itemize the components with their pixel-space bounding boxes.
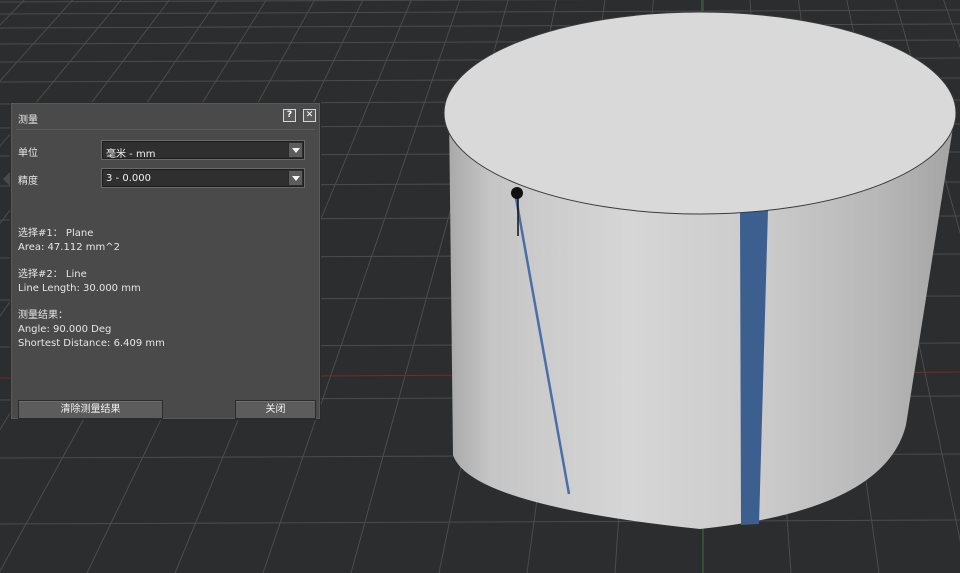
- clear-results-button[interactable]: 清除测量结果: [18, 400, 163, 419]
- precision-select-value: 3 - 0.000: [106, 173, 151, 184]
- precision-label: 精度: [18, 176, 38, 187]
- selection1-area: Area: 47.112 mm^2: [18, 242, 120, 253]
- unit-label: 单位: [18, 148, 38, 159]
- unit-select[interactable]: 毫米 - mm: [102, 141, 304, 160]
- dialog-pointer: [3, 172, 10, 186]
- precision-select[interactable]: 3 - 0.000: [102, 169, 304, 187]
- title-divider: [16, 129, 315, 130]
- unit-select-value: 毫米 - mm: [106, 149, 156, 160]
- chevron-down-icon[interactable]: [288, 143, 302, 157]
- selection1-heading: 选择#1： Plane: [18, 228, 94, 239]
- dialog-title: 测量: [18, 115, 38, 126]
- result-heading: 测量结果：: [18, 310, 68, 321]
- cylinder[interactable]: [443, 11, 957, 529]
- measure-dialog: 测量 ? ✕ 单位 毫米 - mm 精度 3 - 0.000 选择#1： Pla…: [10, 102, 321, 420]
- selection2-heading: 选择#2： Line: [18, 269, 87, 280]
- result-angle: Angle: 90.000 Deg: [18, 324, 112, 335]
- close-icon[interactable]: ✕: [303, 109, 316, 122]
- result-distance: Shortest Distance: 6.409 mm: [18, 338, 165, 349]
- cylinder-top-face[interactable]: [443, 11, 957, 215]
- selection2-length: Line Length: 30.000 mm: [18, 283, 141, 294]
- chevron-down-icon[interactable]: [288, 171, 302, 185]
- dialog-titlebar[interactable]: 测量 ? ✕: [11, 103, 320, 129]
- close-button[interactable]: 关闭: [235, 400, 316, 419]
- help-button[interactable]: ?: [283, 109, 296, 122]
